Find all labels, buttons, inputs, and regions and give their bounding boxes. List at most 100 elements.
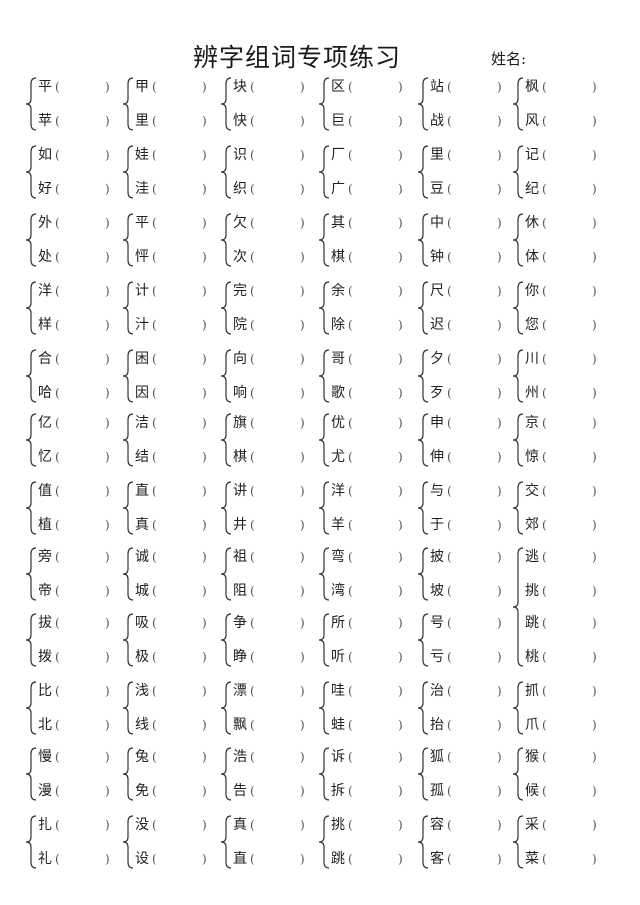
answer-blank-open[interactable]: ( (55, 280, 105, 302)
answer-blank-open[interactable]: ( (447, 480, 497, 502)
answer-blank-open[interactable]: ( (250, 348, 300, 370)
answer-blank-open[interactable]: ( (152, 612, 202, 634)
answer-blank-open[interactable]: ( (348, 246, 398, 268)
answer-blank-open[interactable]: ( (152, 714, 202, 736)
answer-blank-open[interactable]: ( (447, 246, 497, 268)
answer-blank-open[interactable]: ( (55, 848, 105, 870)
answer-blank-open[interactable]: ( (55, 814, 105, 836)
answer-blank-open[interactable]: ( (55, 178, 105, 200)
answer-blank-open[interactable]: ( (250, 280, 300, 302)
answer-blank-open[interactable]: ( (152, 348, 202, 370)
answer-blank-open[interactable]: ( (348, 480, 398, 502)
answer-blank-open[interactable]: ( (348, 814, 398, 836)
answer-blank-open[interactable]: ( (55, 546, 105, 568)
answer-blank-open[interactable]: ( (348, 848, 398, 870)
answer-blank-open[interactable]: ( (447, 780, 497, 802)
answer-blank-open[interactable]: ( (447, 612, 497, 634)
answer-blank-open[interactable]: ( (55, 314, 105, 336)
answer-blank-open[interactable]: ( (152, 746, 202, 768)
answer-blank-open[interactable]: ( (348, 580, 398, 602)
answer-blank-open[interactable]: ( (152, 446, 202, 468)
answer-blank-open[interactable]: ( (55, 580, 105, 602)
answer-blank-open[interactable]: ( (250, 814, 300, 836)
answer-blank-open[interactable]: ( (55, 480, 105, 502)
answer-blank-open[interactable]: ( (542, 814, 592, 836)
answer-blank-open[interactable]: ( (348, 780, 398, 802)
answer-blank-open[interactable]: ( (152, 546, 202, 568)
answer-blank-open[interactable]: ( (542, 680, 592, 702)
answer-blank-open[interactable]: ( (55, 746, 105, 768)
answer-blank-open[interactable]: ( (542, 246, 592, 268)
answer-blank-open[interactable]: ( (447, 382, 497, 404)
answer-blank-open[interactable]: ( (152, 580, 202, 602)
answer-blank-open[interactable]: ( (55, 348, 105, 370)
answer-blank-open[interactable]: ( (447, 514, 497, 536)
answer-blank-open[interactable]: ( (152, 144, 202, 166)
answer-blank-open[interactable]: ( (250, 76, 300, 98)
answer-blank-open[interactable]: ( (447, 412, 497, 434)
answer-blank-open[interactable]: ( (447, 814, 497, 836)
answer-blank-open[interactable]: ( (447, 646, 497, 668)
answer-blank-open[interactable]: ( (152, 280, 202, 302)
answer-blank-open[interactable]: ( (542, 580, 592, 602)
answer-blank-open[interactable]: ( (447, 178, 497, 200)
answer-blank-open[interactable]: ( (250, 780, 300, 802)
answer-blank-open[interactable]: ( (447, 746, 497, 768)
answer-blank-open[interactable]: ( (152, 480, 202, 502)
answer-blank-open[interactable]: ( (447, 280, 497, 302)
answer-blank-open[interactable]: ( (250, 446, 300, 468)
answer-blank-open[interactable]: ( (152, 646, 202, 668)
answer-blank-open[interactable]: ( (542, 348, 592, 370)
answer-blank-open[interactable]: ( (542, 446, 592, 468)
answer-blank-open[interactable]: ( (348, 412, 398, 434)
answer-blank-open[interactable]: ( (250, 580, 300, 602)
answer-blank-open[interactable]: ( (542, 212, 592, 234)
answer-blank-open[interactable]: ( (348, 446, 398, 468)
answer-blank-open[interactable]: ( (348, 280, 398, 302)
answer-blank-open[interactable]: ( (55, 680, 105, 702)
answer-blank-open[interactable]: ( (250, 746, 300, 768)
answer-blank-open[interactable]: ( (55, 382, 105, 404)
answer-blank-open[interactable]: ( (542, 178, 592, 200)
answer-blank-open[interactable]: ( (447, 446, 497, 468)
answer-blank-open[interactable]: ( (348, 212, 398, 234)
answer-blank-open[interactable]: ( (542, 144, 592, 166)
answer-blank-open[interactable]: ( (447, 348, 497, 370)
answer-blank-open[interactable]: ( (250, 646, 300, 668)
answer-blank-open[interactable]: ( (348, 612, 398, 634)
answer-blank-open[interactable]: ( (542, 514, 592, 536)
answer-blank-open[interactable]: ( (250, 246, 300, 268)
answer-blank-open[interactable]: ( (542, 382, 592, 404)
answer-blank-open[interactable]: ( (348, 714, 398, 736)
answer-blank-open[interactable]: ( (55, 246, 105, 268)
answer-blank-open[interactable]: ( (250, 314, 300, 336)
answer-blank-open[interactable]: ( (447, 580, 497, 602)
answer-blank-open[interactable]: ( (55, 514, 105, 536)
answer-blank-open[interactable]: ( (152, 178, 202, 200)
answer-blank-open[interactable]: ( (447, 110, 497, 132)
answer-blank-open[interactable]: ( (447, 848, 497, 870)
answer-blank-open[interactable]: ( (542, 714, 592, 736)
answer-blank-open[interactable]: ( (447, 680, 497, 702)
answer-blank-open[interactable]: ( (152, 382, 202, 404)
answer-blank-open[interactable]: ( (542, 612, 592, 634)
answer-blank-open[interactable]: ( (348, 382, 398, 404)
answer-blank-open[interactable]: ( (250, 110, 300, 132)
answer-blank-open[interactable]: ( (447, 212, 497, 234)
answer-blank-open[interactable]: ( (348, 680, 398, 702)
answer-blank-open[interactable]: ( (348, 514, 398, 536)
answer-blank-open[interactable]: ( (447, 314, 497, 336)
answer-blank-open[interactable]: ( (542, 76, 592, 98)
answer-blank-open[interactable]: ( (250, 412, 300, 434)
answer-blank-open[interactable]: ( (348, 746, 398, 768)
answer-blank-open[interactable]: ( (250, 212, 300, 234)
answer-blank-open[interactable]: ( (152, 246, 202, 268)
answer-blank-open[interactable]: ( (152, 76, 202, 98)
answer-blank-open[interactable]: ( (542, 110, 592, 132)
answer-blank-open[interactable]: ( (348, 646, 398, 668)
answer-blank-open[interactable]: ( (152, 514, 202, 536)
answer-blank-open[interactable]: ( (542, 280, 592, 302)
answer-blank-open[interactable]: ( (348, 110, 398, 132)
answer-blank-open[interactable]: ( (152, 848, 202, 870)
answer-blank-open[interactable]: ( (542, 412, 592, 434)
